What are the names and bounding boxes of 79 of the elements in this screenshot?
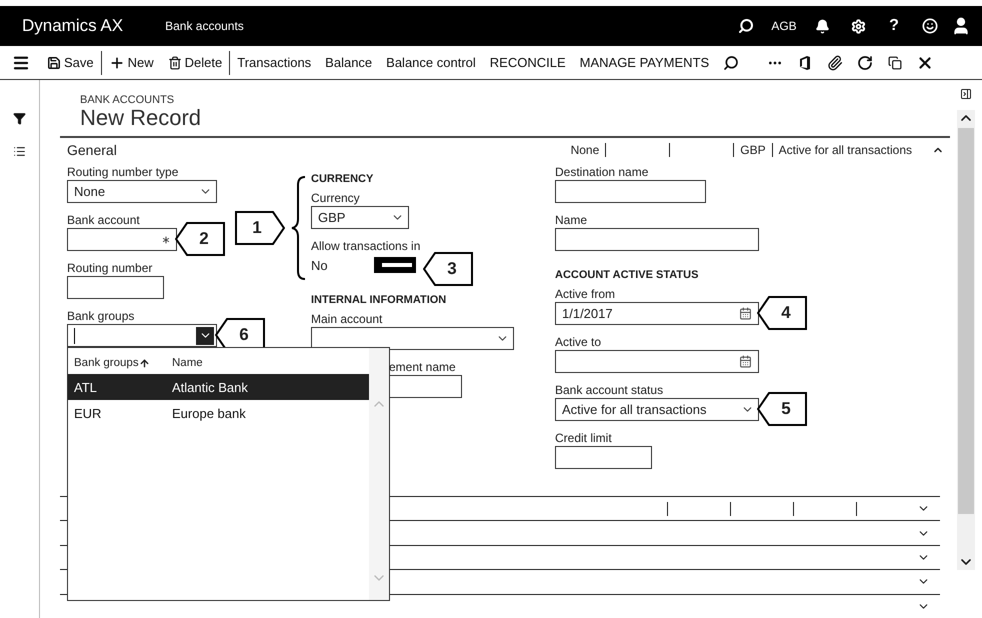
callout-marker: 2 xyxy=(175,222,225,256)
plus-icon xyxy=(108,54,125,70)
settings-icon[interactable] xyxy=(850,18,866,34)
field-label: Allow transactions in xyxy=(311,239,420,254)
scrollbar[interactable] xyxy=(957,110,975,570)
input-field[interactable] xyxy=(555,228,759,252)
section-heading: INTERNAL INFORMATION xyxy=(311,294,446,306)
field-label: Routing number xyxy=(67,261,152,276)
section-header[interactable]: General None GBP Active for all transactions xyxy=(60,136,950,162)
field-label: Bank account xyxy=(67,213,140,228)
office-icon[interactable] xyxy=(799,56,812,70)
pane-icon[interactable] xyxy=(960,88,972,100)
callout-marker: 5 xyxy=(757,392,807,426)
field-label: Currency xyxy=(311,191,360,206)
field-label: Name xyxy=(555,213,588,228)
field-label: Active from xyxy=(555,287,616,302)
row-code: EUR xyxy=(74,406,102,421)
action-button[interactable]: Transactions xyxy=(230,50,318,76)
sort-icon xyxy=(138,358,150,369)
action-button[interactable]: Balance control xyxy=(379,50,483,76)
field-value: None xyxy=(74,184,106,200)
dropdown-field[interactable]: GBP xyxy=(311,206,409,230)
section-heading: CURRENCY xyxy=(311,173,374,186)
lookup-row[interactable]: ATL Atlantic Bank xyxy=(68,374,369,400)
page-title: New Record xyxy=(80,106,202,130)
row-code: ATL xyxy=(74,380,98,395)
trash-icon xyxy=(168,56,182,70)
field-value: Active for all transactions xyxy=(562,402,707,418)
input-field[interactable] xyxy=(555,446,652,470)
column-header[interactable]: Bank groups xyxy=(74,357,172,370)
field-label: Bank account status xyxy=(555,383,664,398)
field-label: ement name xyxy=(389,360,456,376)
company-picker[interactable]: AGB xyxy=(764,19,804,33)
new-button[interactable]: New xyxy=(102,50,161,76)
field-label: Routing number type xyxy=(67,165,178,180)
toggle-switch[interactable] xyxy=(374,257,416,274)
help-button[interactable]: ? xyxy=(876,17,912,35)
summary-value: None xyxy=(564,142,606,157)
callout-marker: 4 xyxy=(757,296,807,330)
breadcrumb: BANK ACCOUNTS xyxy=(80,94,176,106)
callout-marker: 3 xyxy=(423,252,473,286)
app-title[interactable]: Dynamics AX xyxy=(22,16,124,36)
summary-value: Active for all transactions xyxy=(778,142,913,157)
input-field[interactable] xyxy=(389,375,462,398)
field-label: Active to xyxy=(555,335,602,350)
column-header[interactable]: Name xyxy=(172,357,203,370)
section-heading: ACCOUNT ACTIVE STATUS xyxy=(555,269,698,282)
module-name[interactable]: Bank accounts xyxy=(165,19,728,33)
callout-marker: 1 xyxy=(235,211,285,246)
smiley-icon[interactable] xyxy=(922,18,938,34)
save-button[interactable]: Save xyxy=(40,50,101,76)
date-field[interactable] xyxy=(555,350,759,374)
list-icon[interactable] xyxy=(13,145,26,158)
input-field[interactable] xyxy=(67,276,164,300)
row-name: Europe bank xyxy=(172,406,246,421)
calendar-icon[interactable] xyxy=(739,355,752,368)
save-icon xyxy=(47,56,61,70)
field-label: Bank groups xyxy=(67,309,134,324)
input-field[interactable] xyxy=(555,180,706,204)
delete-button[interactable]: Delete xyxy=(160,50,230,76)
summary-value: GBP xyxy=(734,142,773,157)
input-field[interactable] xyxy=(67,228,177,252)
field-label: Main account xyxy=(311,312,382,328)
section-title: General xyxy=(67,142,118,158)
field-label: Credit limit xyxy=(555,431,612,446)
dropdown-field[interactable]: None xyxy=(67,180,217,204)
search-icon[interactable] xyxy=(738,18,754,34)
filter-icon[interactable] xyxy=(13,112,26,125)
action-button[interactable]: MANAGE PAYMENTS xyxy=(572,50,716,76)
field-label: Destination name xyxy=(555,165,648,180)
bell-icon[interactable] xyxy=(814,18,830,34)
toggle-value: No xyxy=(311,258,328,273)
dropdown-field[interactable] xyxy=(311,327,514,350)
action-button[interactable]: Balance xyxy=(318,50,380,76)
action-button[interactable]: RECONCILE xyxy=(482,50,573,76)
field-value: GBP xyxy=(318,210,346,226)
field-value: 1/1/2017 xyxy=(562,306,613,322)
calendar-icon[interactable] xyxy=(739,307,752,320)
row-name: Atlantic Bank xyxy=(172,380,248,395)
